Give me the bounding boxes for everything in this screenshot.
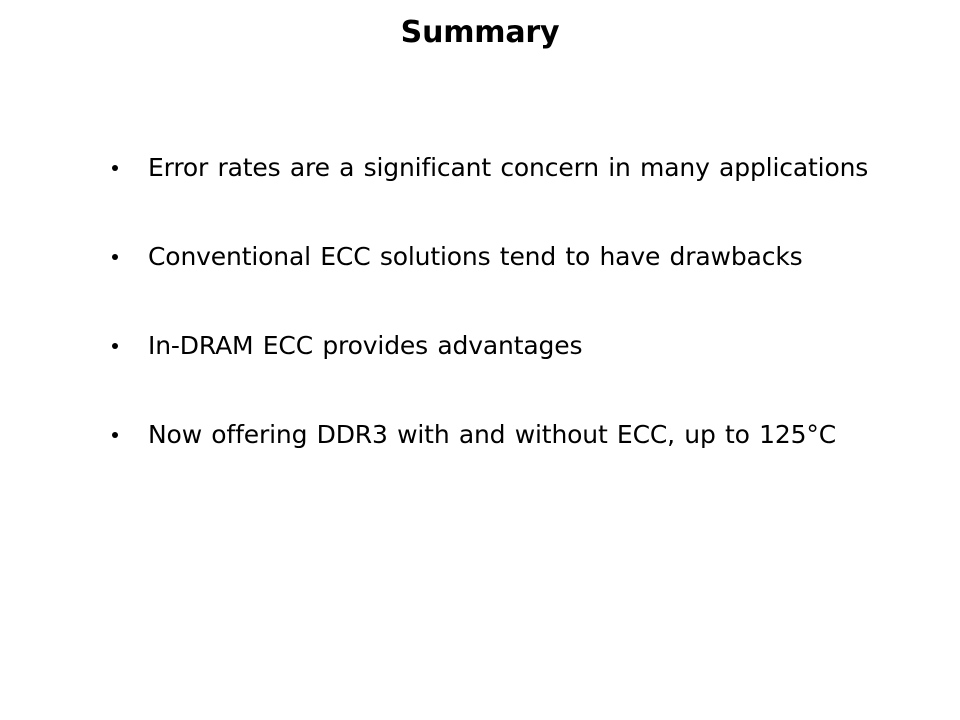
list-item: In-DRAM ECC provides advantages <box>104 330 894 419</box>
bullet-dot-icon <box>112 432 118 438</box>
bullet-dot-icon <box>112 165 118 171</box>
list-item: Error rates are a significant concern in… <box>104 152 894 241</box>
bullet-list: Error rates are a significant concern in… <box>104 152 894 508</box>
list-item: Now offering DDR3 with and without ECC, … <box>104 419 894 508</box>
presentation-slide: Summary Error rates are a significant co… <box>0 0 960 720</box>
list-item-label: In-DRAM ECC provides advantages <box>148 331 583 360</box>
bullet-dot-icon <box>112 254 118 260</box>
list-item-label: Now offering DDR3 with and without ECC, … <box>148 420 837 449</box>
bullet-dot-icon <box>112 343 118 349</box>
list-item-label: Error rates are a significant concern in… <box>148 153 869 182</box>
page-title: Summary <box>400 15 560 50</box>
list-item-label: Conventional ECC solutions tend to have … <box>148 242 803 271</box>
list-item: Conventional ECC solutions tend to have … <box>104 241 894 330</box>
